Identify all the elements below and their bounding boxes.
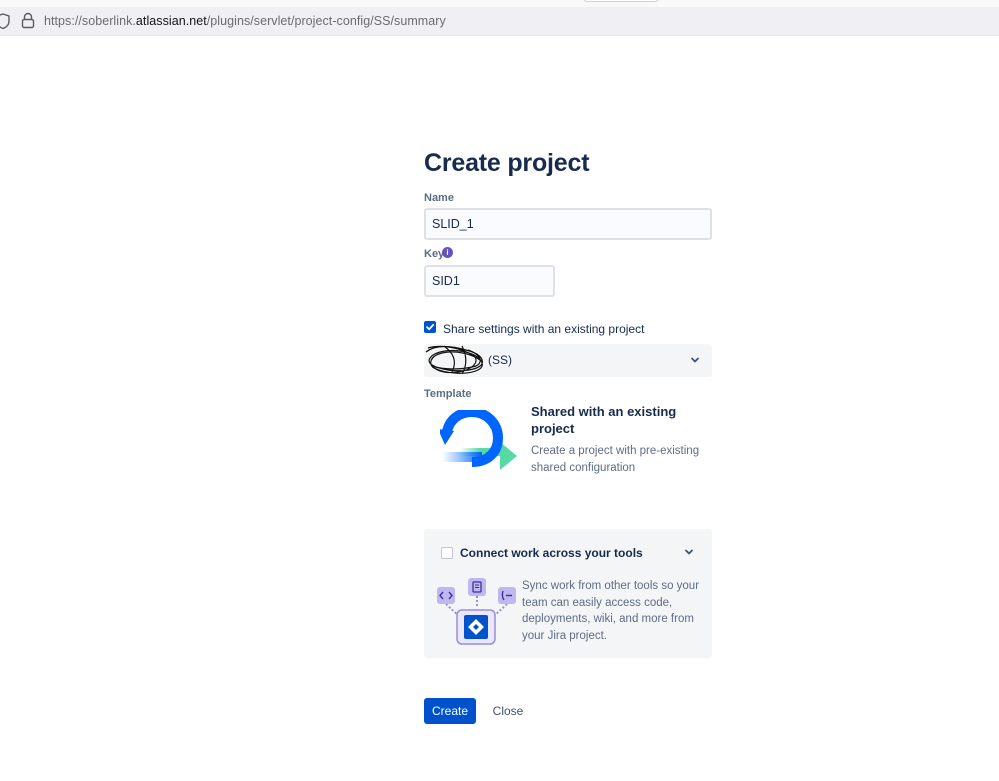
lock-icon[interactable] (21, 12, 35, 29)
connect-tools-illustration (437, 578, 516, 645)
close-button[interactable]: Close (488, 698, 528, 724)
connect-tools-title[interactable]: Connect work across your tools (460, 546, 643, 560)
url-domain: atlassian.net (135, 14, 207, 28)
create-button[interactable]: Create (424, 698, 476, 724)
key-input[interactable]: SID1 (424, 265, 555, 297)
chevron-down-icon[interactable] (684, 548, 694, 556)
template-title[interactable]: Shared with an existing project (531, 403, 711, 437)
share-settings-label[interactable]: Share settings with an existing project (443, 322, 644, 336)
select-value: (SS) (488, 353, 512, 367)
address-bar[interactable]: https://soberlink.atlassian.net/plugins/… (0, 7, 999, 36)
key-label: Key (424, 248, 445, 260)
url-path: /plugins/servlet/project-config/SS/summa… (206, 14, 446, 28)
browser-tab-strip (0, 0, 999, 7)
page-title: Create project (424, 149, 590, 177)
existing-project-select[interactable]: (SS) (424, 344, 712, 377)
checkmark-icon (426, 323, 435, 331)
connect-tools-description: Sync work from other tools so your team … (522, 580, 700, 642)
name-input[interactable]: SLID_1 (424, 208, 712, 240)
browser-tab[interactable] (583, 0, 659, 2)
info-icon[interactable]: i (442, 247, 453, 258)
url-text[interactable]: https://soberlink.atlassian.net/plugins/… (44, 14, 446, 28)
name-label: Name (424, 192, 454, 204)
shared-project-illustration (440, 410, 517, 470)
shield-icon[interactable] (0, 13, 10, 29)
template-label: Template (424, 388, 472, 400)
url-prefix: https://soberlink. (44, 14, 136, 28)
template-description: Create a project with pre-existing share… (531, 445, 700, 474)
connect-tools-checkbox[interactable] (441, 547, 453, 559)
redaction-scribble (425, 345, 483, 375)
chevron-down-icon (691, 357, 699, 363)
share-settings-checkbox[interactable] (424, 321, 436, 333)
